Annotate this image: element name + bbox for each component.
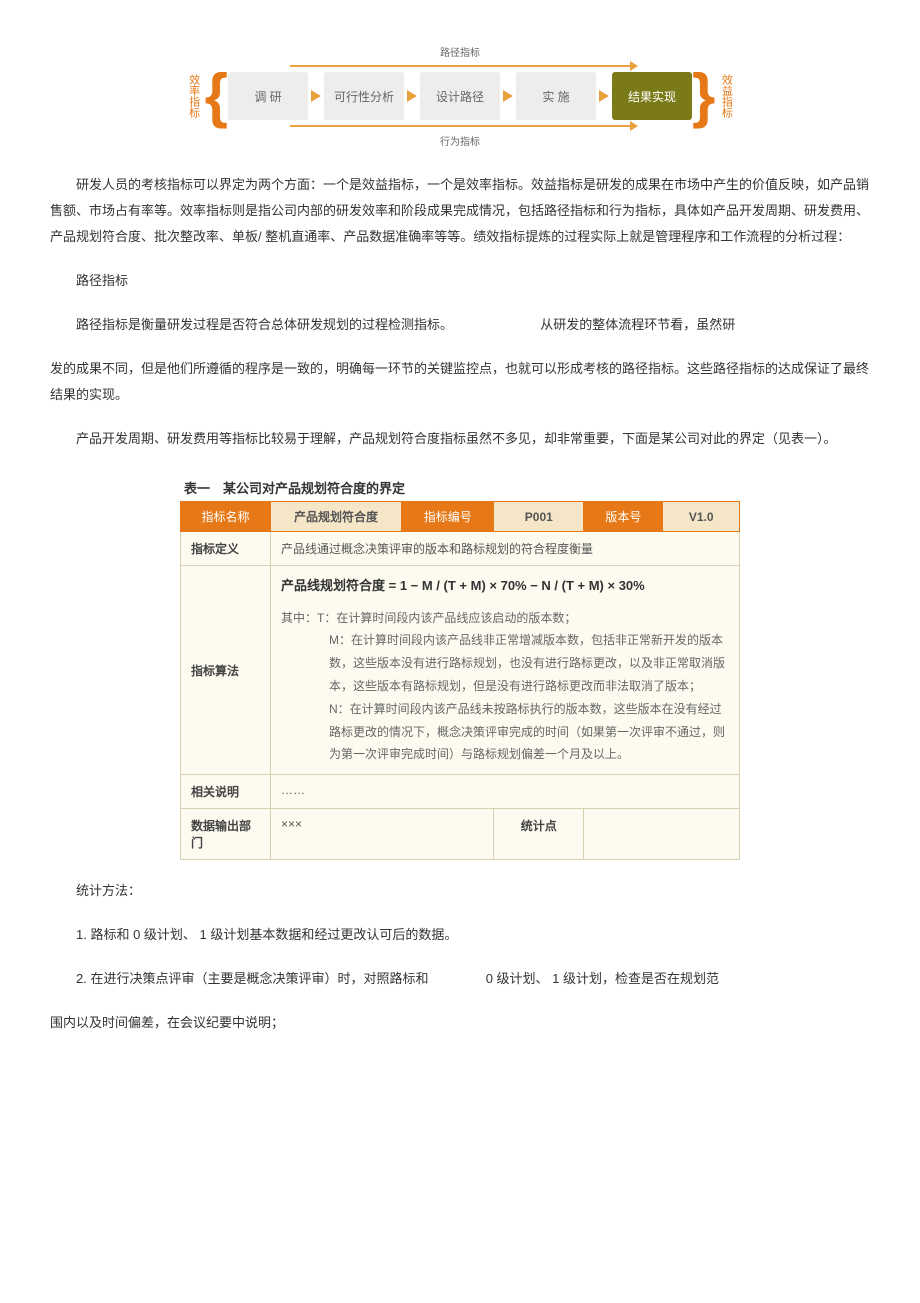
th-name-label: 指标名称 — [181, 502, 271, 532]
item2b: 0 级计划、 1 级计划，检查是否在规划范 — [486, 971, 719, 986]
flow-step-result: 结果实现 — [612, 72, 692, 120]
stat-method-heading: 统计方法： — [50, 878, 870, 904]
arrow-icon — [599, 90, 609, 102]
flow-step-research: 调 研 — [228, 72, 308, 120]
path-metric-paragraph-1: 路径指标是衡量研发过程是否符合总体研发规划的过程检测指标。 从研发的整体流程环节… — [50, 312, 870, 338]
algo-where: 其中：T：在计算时间段内该产品线应该启动的版本数； — [281, 607, 729, 630]
row-output-value: ××× — [271, 809, 494, 860]
right-brace-icon: } — [692, 69, 715, 123]
bottom-arrow-icon — [290, 125, 630, 127]
th-code-label: 指标编号 — [402, 502, 494, 532]
flow-step-design: 设计路径 — [420, 72, 500, 120]
algo-m: M：在计算时间段内该产品线非正常增减版本数，包括非正常新开发的版本数，这些版本没… — [329, 629, 729, 697]
left-brace-icon: { — [205, 69, 228, 123]
th-ver-value: V1.0 — [663, 502, 740, 532]
p3b: 从研发的整体流程环节看，虽然研 — [540, 317, 735, 332]
p3a: 路径指标是衡量研发过程是否符合总体研发规划的过程检测指标。 — [76, 317, 453, 332]
intro-paragraph: 研发人员的考核指标可以界定为两个方面：一个是效益指标，一个是效率指标。效益指标是… — [50, 172, 870, 250]
flow-steps: 调 研 可行性分析 设计路径 实 施 结果实现 — [228, 72, 692, 120]
stat-method-item-2: 2. 在进行决策点评审（主要是概念决策评审）时，对照路标和 0 级计划、 1 级… — [50, 966, 870, 992]
arrow-icon — [311, 90, 321, 102]
process-flow-diagram: 路径指标 效率指标 { 调 研 可行性分析 设计路径 实 施 结果实现 } 效益… — [180, 40, 740, 152]
table-title: 表一 某公司对产品规划符合度的界定 — [180, 470, 740, 501]
stat-method-item-1: 1. 路标和 0 级计划、 1 级计划基本数据和经过更改认可后的数据。 — [50, 922, 870, 948]
path-metric-paragraph-1-cont: 发的成果不同，但是他们所遵循的程序是一致的，明确每一环节的关键监控点，也就可以形… — [50, 356, 870, 408]
algo-n: N：在计算时间段内该产品线未按路标执行的版本数，这些版本在没有经过路标更改的情况… — [329, 698, 729, 766]
th-name-value: 产品规划符合度 — [271, 502, 402, 532]
definition-table-wrap: 表一 某公司对产品规划符合度的界定 指标名称 产品规划符合度 指标编号 P001… — [180, 470, 740, 860]
section-heading-path-metric: 路径指标 — [50, 268, 870, 294]
path-metric-paragraph-2: 产品开发周期、研发费用等指标比较易于理解，产品规划符合度指标虽然不多见，却非常重… — [50, 426, 870, 452]
diagram-bottom-label: 行为指标 — [180, 129, 740, 152]
item2a: 2. 在进行决策点评审（主要是概念决策评审）时，对照路标和 — [76, 971, 428, 986]
stat-method-item-2-cont: 围内以及时间偏差，在会议纪要中说明； — [50, 1010, 870, 1036]
row-def-label: 指标定义 — [181, 532, 271, 566]
th-code-value: P001 — [494, 502, 584, 532]
diagram-main-row: 效率指标 { 调 研 可行性分析 设计路径 实 施 结果实现 } 效益指标 — [180, 69, 740, 123]
arrow-icon — [503, 90, 513, 102]
diagram-top-label: 路径指标 — [180, 40, 740, 63]
right-side-label: 效益指标 — [718, 74, 734, 118]
th-ver-label: 版本号 — [584, 502, 663, 532]
arrow-icon — [407, 90, 417, 102]
top-arrow-icon — [290, 65, 630, 67]
row-note-value: …… — [271, 775, 740, 809]
row-algo-label: 指标算法 — [181, 566, 271, 775]
flow-step-implement: 实 施 — [516, 72, 596, 120]
left-side-label: 效率指标 — [186, 74, 202, 118]
row-note-label: 相关说明 — [181, 775, 271, 809]
flow-step-feasibility: 可行性分析 — [324, 72, 404, 120]
definition-table: 指标名称 产品规划符合度 指标编号 P001 版本号 V1.0 指标定义 产品线… — [180, 501, 740, 860]
row-algo-value: 产品线规划符合度 = 1 − M / (T + M) × 70% − N / (… — [271, 566, 740, 775]
row-output-label: 数据输出部门 — [181, 809, 271, 860]
row-statpoint-label: 统计点 — [494, 809, 584, 860]
row-def-value: 产品线通过概念决策评审的版本和路标规划的符合程度衡量 — [271, 532, 740, 566]
algo-formula: 产品线规划符合度 = 1 − M / (T + M) × 70% − N / (… — [281, 574, 729, 599]
row-statpoint-value — [584, 809, 740, 860]
